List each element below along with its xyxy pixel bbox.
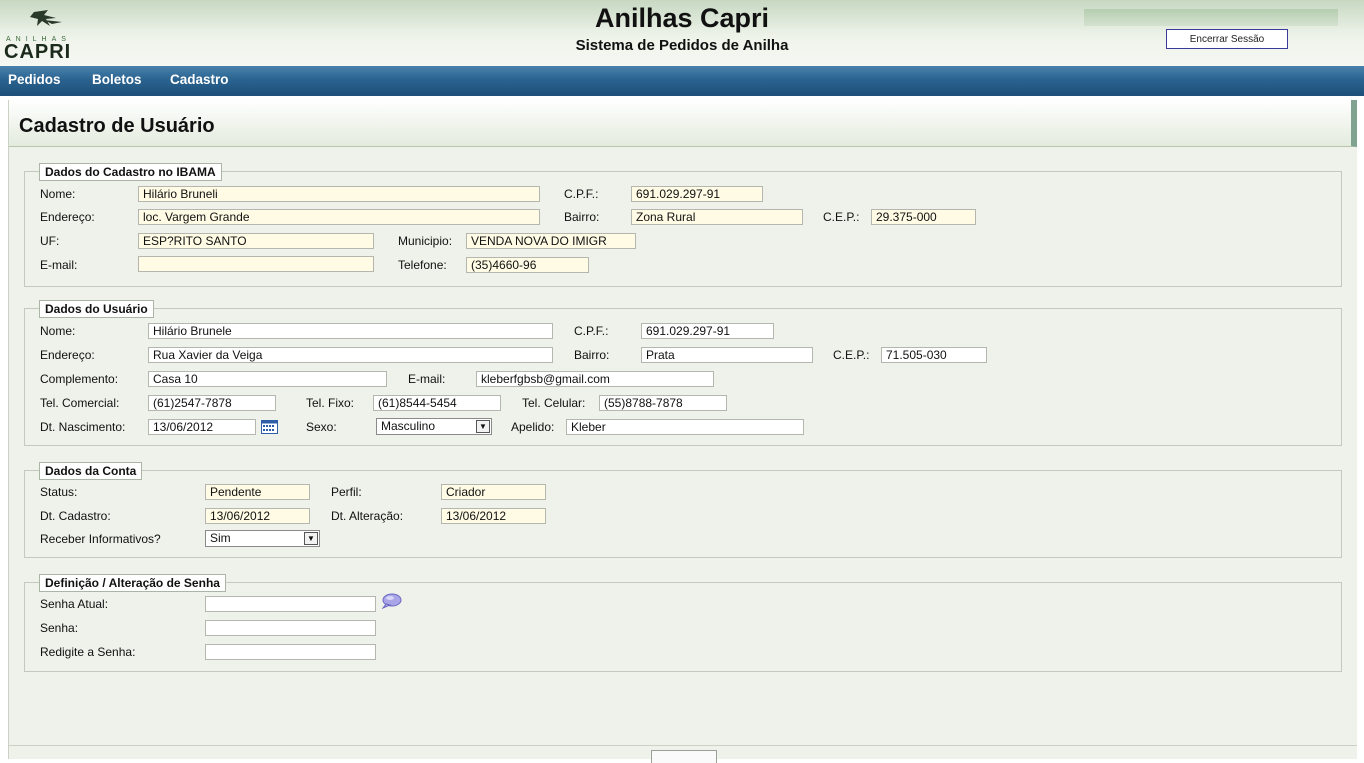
usuario-tel-fixo-input[interactable]: (61)8544-5454 bbox=[373, 395, 501, 411]
usuario-dt-nascimento-input[interactable]: 13/06/2012 bbox=[148, 419, 256, 435]
senha-redigite-label: Redigite a Senha: bbox=[40, 645, 136, 659]
conta-informativos-label: Receber Informativos? bbox=[40, 532, 161, 546]
ibama-municipio-label: Municipio: bbox=[398, 234, 453, 248]
ibama-email-label: E-mail: bbox=[40, 258, 78, 272]
usuario-email-label: E-mail: bbox=[408, 372, 446, 386]
ibama-cep-label: C.E.P.: bbox=[823, 210, 860, 224]
menu-item-boletos[interactable]: Boletos bbox=[92, 72, 142, 87]
speech-bubble-icon[interactable] bbox=[380, 593, 402, 610]
ibama-uf-label: UF: bbox=[40, 234, 60, 248]
usuario-cep-label: C.E.P.: bbox=[833, 348, 870, 362]
usuario-tel-celular-input[interactable]: (55)8788-7878 bbox=[599, 395, 727, 411]
ibama-endereco-field[interactable]: loc. Vargem Grande bbox=[138, 209, 540, 225]
menu-item-pedidos[interactable]: Pedidos bbox=[8, 72, 61, 87]
conta-dt-alteracao-field: 13/06/2012 bbox=[441, 508, 546, 524]
usuario-cpf-input[interactable]: 691.029.297-91 bbox=[641, 323, 774, 339]
ibama-cpf-field[interactable]: 691.029.297-91 bbox=[631, 186, 763, 202]
usuario-tel-comercial-label: Tel. Comercial: bbox=[40, 396, 120, 410]
conta-perfil-field: Criador bbox=[441, 484, 546, 500]
usuario-tel-comercial-input[interactable]: (61)2547-7878 bbox=[148, 395, 276, 411]
ibama-cpf-label: C.P.F.: bbox=[564, 187, 599, 201]
ibama-nome-field[interactable]: Hilário Bruneli bbox=[138, 186, 540, 202]
ibama-telefone-label: Telefone: bbox=[398, 258, 447, 272]
page-title: Cadastro de Usuário bbox=[19, 115, 215, 137]
conta-dt-alteracao-label: Dt. Alteração: bbox=[331, 509, 404, 523]
content-panel: Cadastro de Usuário Dados do Cadastro no… bbox=[8, 100, 1357, 763]
usuario-cep-input[interactable]: 71.505-030 bbox=[881, 347, 987, 363]
usuario-email-input[interactable]: kleberfgbsb@gmail.com bbox=[476, 371, 714, 387]
usuario-endereco-label: Endereço: bbox=[40, 348, 95, 362]
usuario-complemento-input[interactable]: Casa 10 bbox=[148, 371, 387, 387]
senha-input[interactable] bbox=[205, 620, 376, 636]
ibama-nome-label: Nome: bbox=[40, 187, 76, 201]
conta-status-field: Pendente bbox=[205, 484, 310, 500]
usuario-bairro-input[interactable]: Prata bbox=[641, 347, 813, 363]
usuario-sexo-select[interactable]: Masculino ▼ bbox=[376, 418, 492, 435]
chevron-down-icon: ▼ bbox=[476, 420, 490, 433]
senha-section: Definição / Alteração de Senha Senha Atu… bbox=[24, 574, 1342, 672]
usuario-apelido-input[interactable]: Kleber bbox=[566, 419, 804, 435]
chevron-down-icon: ▼ bbox=[304, 532, 318, 545]
usuario-nome-label: Nome: bbox=[40, 324, 76, 338]
usuario-section: Dados do Usuário Nome: Hilário Brunele C… bbox=[24, 300, 1342, 446]
ibama-municipio-field[interactable]: VENDA NOVA DO IMIGR bbox=[466, 233, 636, 249]
usuario-apelido-label: Apelido: bbox=[511, 420, 555, 434]
usuario-tel-fixo-label: Tel. Fixo: bbox=[306, 396, 355, 410]
ibama-cep-field[interactable]: 29.375-000 bbox=[871, 209, 976, 225]
calendar-icon[interactable] bbox=[261, 420, 278, 434]
main-menu: Pedidos Boletos Cadastro bbox=[0, 66, 1364, 96]
conta-informativos-value: Sim bbox=[210, 531, 231, 545]
ibama-endereco-label: Endereço: bbox=[40, 210, 95, 224]
conta-status-label: Status: bbox=[40, 485, 78, 499]
usuario-sexo-label: Sexo: bbox=[306, 420, 337, 434]
conta-dt-cadastro-label: Dt. Cadastro: bbox=[40, 509, 111, 523]
conta-dt-cadastro-field: 13/06/2012 bbox=[205, 508, 310, 524]
ibama-section-legend: Dados do Cadastro no IBAMA bbox=[39, 163, 222, 181]
ibama-bairro-label: Bairro: bbox=[564, 210, 600, 224]
usuario-complemento-label: Complemento: bbox=[40, 372, 119, 386]
conta-section-legend: Dados da Conta bbox=[39, 462, 143, 480]
save-button[interactable] bbox=[651, 750, 717, 763]
menu-item-cadastro[interactable]: Cadastro bbox=[170, 72, 229, 87]
logout-button[interactable]: Encerrar Sessão bbox=[1166, 29, 1288, 49]
senha-redigite-input[interactable] bbox=[205, 644, 376, 660]
app-subtitle: Sistema de Pedidos de Anilha bbox=[575, 37, 789, 54]
conta-perfil-label: Perfil: bbox=[331, 485, 362, 499]
senha-label: Senha: bbox=[40, 621, 79, 635]
senha-atual-label: Senha Atual: bbox=[40, 597, 109, 611]
header: ANILHAS CAPRI Anilhas Capri Sistema de P… bbox=[0, 0, 1364, 66]
page-header: Cadastro de Usuário bbox=[9, 100, 1357, 147]
ibama-email-field[interactable] bbox=[138, 256, 374, 272]
ibama-section: Dados do Cadastro no IBAMA Nome: Hilário… bbox=[24, 163, 1342, 287]
usuario-dt-nascimento-label: Dt. Nascimento: bbox=[40, 420, 126, 434]
ibama-telefone-field[interactable]: (35)4660-96 bbox=[466, 257, 589, 273]
ibama-uf-field[interactable]: ESP?RITO SANTO bbox=[138, 233, 374, 249]
ibama-bairro-field[interactable]: Zona Rural bbox=[631, 209, 803, 225]
usuario-endereco-input[interactable]: Rua Xavier da Veiga bbox=[148, 347, 553, 363]
usuario-section-legend: Dados do Usuário bbox=[39, 300, 154, 318]
conta-section: Dados da Conta Status: Pendente Perfil: … bbox=[24, 462, 1342, 558]
usuario-sexo-value: Masculino bbox=[381, 419, 436, 433]
senha-atual-input[interactable] bbox=[205, 596, 376, 612]
usuario-nome-input[interactable]: Hilário Brunele bbox=[148, 323, 553, 339]
usuario-cpf-label: C.P.F.: bbox=[574, 324, 609, 338]
conta-informativos-select[interactable]: Sim ▼ bbox=[205, 530, 320, 547]
header-status-bar bbox=[1084, 9, 1338, 26]
footer-divider bbox=[9, 745, 1357, 746]
usuario-bairro-label: Bairro: bbox=[574, 348, 610, 362]
usuario-tel-celular-label: Tel. Celular: bbox=[522, 396, 586, 410]
senha-section-legend: Definição / Alteração de Senha bbox=[39, 574, 226, 592]
